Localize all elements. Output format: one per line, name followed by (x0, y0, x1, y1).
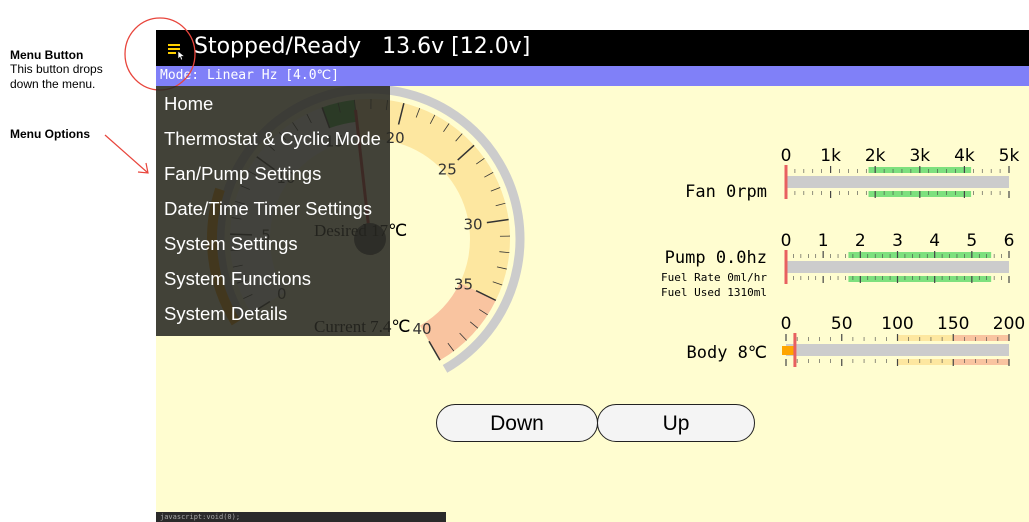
body-zone-bottom (897, 359, 954, 365)
body-zone-top (953, 335, 1009, 341)
menu-item-system-details[interactable]: System Details (156, 296, 390, 331)
fan-label: Fan 0rpm (685, 182, 767, 202)
body-tick-label: 50 (831, 314, 853, 334)
mode-bar: Mode: Linear Hz [4.0℃] (156, 66, 1029, 86)
gauge-tick-label: 40 (412, 320, 431, 338)
title-bar: Stopped/Ready 13.6v [12.0v] (156, 30, 1029, 66)
fuel-used-label: Fuel Used 1310ml (661, 286, 767, 299)
menu-item-system-settings[interactable]: System Settings (156, 226, 390, 261)
down-button[interactable]: Down (436, 404, 598, 442)
pump-tick-label: 2 (855, 231, 866, 251)
gauge-tick-label: 30 (463, 216, 482, 234)
menu-item-date-time[interactable]: Date/Time Timer Settings (156, 191, 390, 226)
pump-indicator (784, 250, 788, 284)
pump-tick-label: 4 (929, 231, 940, 251)
pump-tick-label: 5 (966, 231, 977, 251)
annotation-text: This button drops (10, 62, 103, 76)
menu-item-system-functions[interactable]: System Functions (156, 261, 390, 296)
pump-track (786, 261, 1009, 273)
fan-tick-label: 4k (954, 146, 975, 166)
body-track (786, 344, 1009, 356)
body-zone-top (897, 335, 954, 341)
linear-gauge-graphics: 0 1k 2k 3k 4k 5k 0 1 2 3 4 5 6 0 50 100 150 200 (781, 146, 1025, 367)
menu-options-annotation: Menu Options (10, 127, 90, 141)
fan-tick-label: 1k (820, 146, 841, 166)
body-value-bar (782, 346, 795, 355)
menu-item-fan-pump[interactable]: Fan/Pump Settings (156, 156, 390, 191)
gauge-tick-label: 25 (438, 160, 457, 178)
fuel-rate-label: Fuel Rate 0ml/hr (661, 271, 767, 284)
fan-tick-label: 2k (865, 146, 886, 166)
body-indicator (793, 333, 797, 367)
up-button[interactable]: Up (597, 404, 755, 442)
linear-gauges: 0 1k 2k 3k 4k 5k 0 1 2 3 4 5 6 0 50 100 150 200 (781, 146, 1025, 367)
fan-indicator (784, 165, 788, 199)
fan-tick-label: 0 (781, 146, 792, 166)
menu-button-highlight-circle (124, 17, 196, 91)
menu-item-thermostat[interactable]: Thermostat & Cyclic Mode (156, 121, 390, 156)
pump-tick-label: 3 (892, 231, 903, 251)
annotation-title: Menu Button (10, 48, 84, 62)
body-zone-bottom (953, 359, 1009, 365)
menu-button-annotation: Menu Button This button drops down the m… (10, 48, 103, 92)
fan-tick-label: 5k (999, 146, 1020, 166)
status-title: Stopped/Ready 13.6v [12.0v] (194, 34, 531, 59)
gauge-tick-label: 35 (454, 276, 473, 294)
body-tick-label: 0 (781, 314, 792, 334)
body-tick-label: 100 (881, 314, 913, 334)
app-panel: Stopped/Ready 13.6v [12.0v] Mode: Linear… (156, 30, 1029, 522)
fan-track (786, 176, 1009, 188)
body-temperature-label: Body 8℃ (686, 343, 767, 363)
pump-tick-label: 0 (781, 231, 792, 251)
menu-item-home[interactable]: Home (156, 86, 390, 121)
fan-tick-label: 3k (909, 146, 930, 166)
dropdown-menu: Home Thermostat & Cyclic Mode Fan/Pump S… (156, 86, 390, 336)
annotation-text: down the menu. (10, 77, 96, 91)
annotation-title: Menu Options (10, 127, 90, 141)
annotation-arrow (104, 134, 149, 174)
body-tick-label: 200 (993, 314, 1025, 334)
browser-status-bar: javascript:void(0); (156, 512, 446, 522)
pump-label: Pump 0.0hz (664, 248, 767, 268)
pump-tick-label: 1 (818, 231, 829, 251)
pump-tick-label: 6 (1004, 231, 1015, 251)
body-tick-label: 150 (937, 314, 969, 334)
